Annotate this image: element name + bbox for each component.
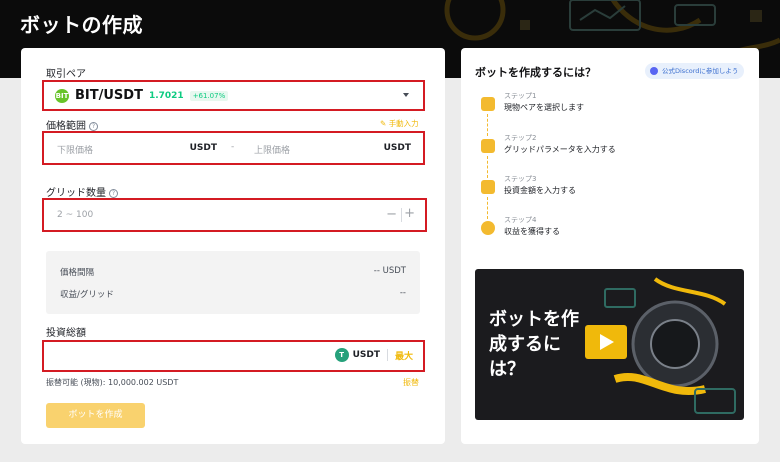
profit-per-grid-value: -- [399,288,406,298]
lower-price-input[interactable]: 下限価格 USDT [44,133,226,163]
available-balance: 振替可能 (現物): 10,000.002 USDT [46,378,179,387]
investment-amount-icon [481,180,495,194]
pair-change-badge: +61.07% [189,90,229,101]
help-icon: ? [89,122,98,131]
price-range-label: 価格範囲? [46,117,98,132]
trading-pair-select[interactable]: BIT BIT/USDT 1.7021 +61.07% [42,80,425,111]
discord-icon [650,67,658,75]
lower-price-unit: USDT [189,143,217,153]
step-connector [487,156,488,178]
grid-quantity-placeholder: 2 ~ 100 [57,210,94,220]
step-text: 現物ペアを選択します [504,103,584,112]
page-title: ボットの作成 [20,13,143,37]
grid-quantity-input[interactable]: 2 ~ 100 − + [42,198,427,232]
stepper-divider [401,208,402,222]
bit-coin-icon: BIT [55,88,69,103]
trading-pair-label: 取引ペア [46,69,86,80]
step-text: 投資金額を入力する [504,186,576,195]
upper-price-input[interactable]: 上限価格 USDT [244,133,423,163]
step-label: ステップ4 [504,216,537,224]
max-button[interactable]: 最大 [395,349,413,362]
investment-unit: USDT [352,350,380,360]
page-bottom [0,444,780,462]
help-icon: ? [109,189,118,198]
manual-input-link[interactable]: ✎ 手動入力 [380,118,419,129]
investment-input[interactable]: T USDT 最大 [42,340,425,372]
play-icon[interactable] [585,325,627,359]
select-pair-icon [481,97,495,111]
investment-label: 投資総額 [46,328,86,339]
grid-plus-button[interactable]: + [404,206,415,221]
grid-info-box: 価格間隔 -- USDT 収益/グリッド -- [46,251,420,314]
price-range-inputs: 下限価格 USDT - 上限価格 USDT [42,131,425,165]
grid-quantity-label: グリッド数量? [46,184,118,199]
step-label: ステップ3 [504,175,537,183]
price-interval-value: -- USDT [373,266,406,276]
grid-parameters-icon [481,139,495,153]
step-label: ステップ1 [504,92,537,100]
chevron-down-icon [403,93,409,97]
profit-per-grid-label: 収益/グリッド [60,290,114,300]
step-text: 収益を獲得する [504,227,560,236]
upper-price-unit: USDT [383,143,411,153]
divider [386,349,388,361]
range-separator: - [231,142,235,152]
profit-icon [481,221,495,235]
step-text: グリッドパラメータを入力する [504,145,616,154]
pair-price: 1.7021 [148,90,184,101]
step-connector [487,197,488,219]
step-connector [487,114,488,136]
step-label: ステップ2 [504,134,537,142]
discord-link[interactable]: 公式Discordに参加しよう [645,63,744,79]
pencil-icon: ✎ [380,119,387,128]
transfer-link[interactable]: 振替 [403,377,419,388]
guide-title: ボットを作成するには？ [475,66,596,79]
pair-name: BIT/USDT [75,88,143,103]
grid-minus-button[interactable]: − [386,207,397,222]
tutorial-video[interactable]: ボットを作成するには？ [475,269,744,420]
price-interval-label: 価格間隔 [60,268,95,278]
video-title: ボットを作成するには？ [489,309,579,380]
lower-price-placeholder: 下限価格 [57,146,94,156]
create-bot-button[interactable]: ボットを作成 [46,403,145,428]
usdt-coin-icon: T [334,348,349,362]
upper-price-placeholder: 上限価格 [254,146,291,156]
